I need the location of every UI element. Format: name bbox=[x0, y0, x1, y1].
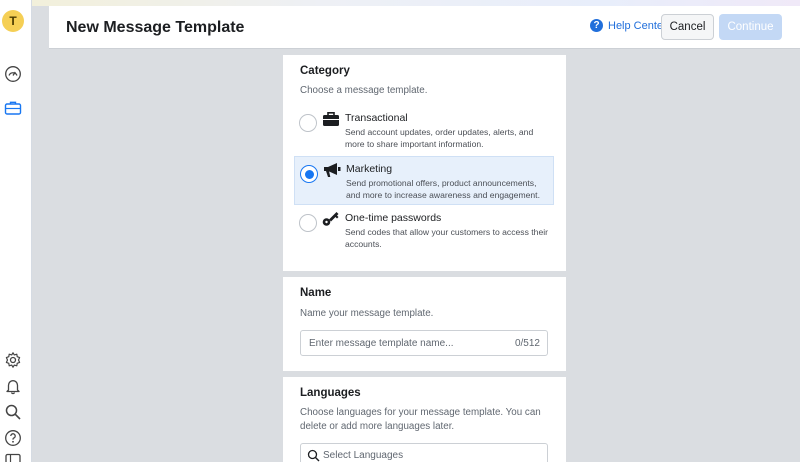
cancel-button[interactable]: Cancel bbox=[661, 14, 714, 40]
panel-icon[interactable] bbox=[4, 452, 22, 462]
help-circle-icon: ? bbox=[590, 19, 603, 32]
search-icon bbox=[307, 449, 320, 462]
name-subtitle: Name your message template. bbox=[300, 308, 434, 319]
option-transactional[interactable]: Transactional Send account updates, orde… bbox=[294, 106, 554, 155]
category-subtitle: Choose a message template. bbox=[300, 85, 428, 96]
page-title: New Message Template bbox=[66, 19, 245, 36]
category-card: Category Choose a message template. Tran… bbox=[283, 55, 566, 271]
option-one-time-passwords[interactable]: One-time passwords Send codes that allow… bbox=[294, 206, 554, 255]
option-title: Marketing bbox=[346, 163, 393, 175]
option-marketing[interactable]: Marketing Send promotional offers, produ… bbox=[294, 156, 554, 205]
name-card: Name Name your message template. Enter m… bbox=[283, 277, 566, 371]
settings-gear-icon[interactable] bbox=[4, 351, 22, 369]
briefcase-icon bbox=[322, 111, 340, 127]
character-counter: 0/512 bbox=[514, 338, 540, 349]
briefcase-icon[interactable] bbox=[4, 99, 22, 117]
page-header: New Message Template ? Help Center Cance… bbox=[49, 6, 800, 49]
help-icon[interactable] bbox=[4, 429, 22, 447]
template-name-placeholder: Enter message template name... bbox=[309, 338, 454, 349]
search-icon[interactable] bbox=[4, 403, 22, 421]
option-title: One-time passwords bbox=[345, 212, 442, 224]
option-description: Send promotional offers, product announc… bbox=[346, 178, 540, 200]
left-nav-rail: T bbox=[0, 0, 32, 462]
continue-button[interactable]: Continue bbox=[719, 14, 782, 40]
languages-select[interactable]: Select Languages bbox=[300, 443, 548, 462]
name-title: Name bbox=[300, 287, 332, 299]
option-description: Send account updates, order updates, ale… bbox=[345, 127, 534, 149]
languages-title: Languages bbox=[300, 387, 361, 399]
megaphone-icon bbox=[323, 162, 341, 178]
radio-transactional[interactable] bbox=[299, 114, 317, 132]
help-center-label: Help Center bbox=[608, 19, 667, 32]
languages-placeholder: Select Languages bbox=[323, 450, 404, 461]
template-name-input[interactable]: Enter message template name... 0/512 bbox=[300, 330, 548, 356]
languages-card: Languages Choose languages for your mess… bbox=[283, 377, 566, 462]
option-title: Transactional bbox=[345, 112, 408, 124]
category-title: Category bbox=[300, 65, 350, 77]
radio-otp[interactable] bbox=[299, 214, 317, 232]
help-center-link[interactable]: ? Help Center bbox=[590, 19, 667, 32]
key-icon bbox=[322, 211, 340, 227]
radio-marketing[interactable] bbox=[300, 165, 318, 183]
bell-icon[interactable] bbox=[4, 377, 22, 395]
option-description: Send codes that allow your customers to … bbox=[345, 227, 549, 249]
avatar[interactable]: T bbox=[2, 10, 24, 32]
dashboard-gauge-icon[interactable] bbox=[4, 65, 22, 83]
languages-subtitle: Choose languages for your message templa… bbox=[300, 407, 541, 432]
